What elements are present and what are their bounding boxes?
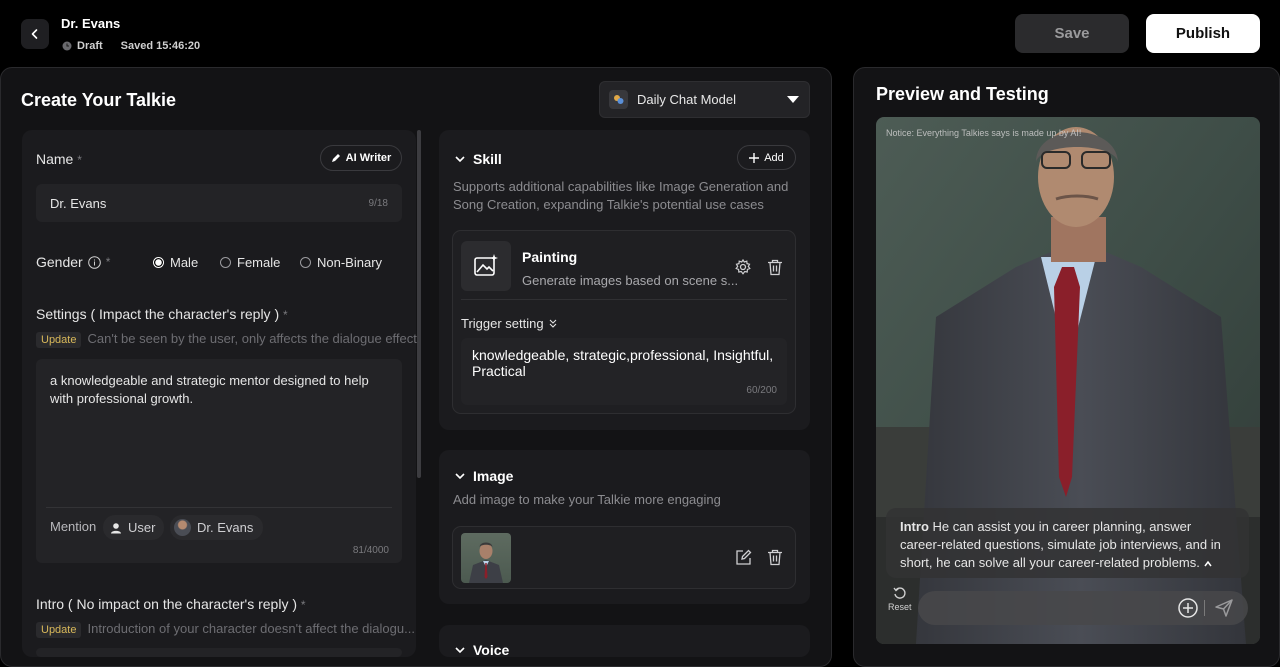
edit-icon[interactable]	[735, 549, 752, 566]
chat-input[interactable]	[918, 591, 1248, 625]
trash-icon[interactable]	[767, 549, 783, 566]
ai-notice: Notice: Everything Talkies says is made …	[886, 128, 1082, 138]
chevron-left-icon	[29, 28, 41, 40]
publish-button[interactable]: Publish	[1146, 14, 1260, 53]
settings-label: Settings ( Impact the character's reply …	[36, 306, 288, 322]
mention-character-chip[interactable]: Dr. Evans	[170, 515, 264, 540]
save-button[interactable]: Save	[1015, 14, 1129, 53]
chevron-down-icon	[455, 155, 465, 163]
name-label: Name *	[36, 151, 82, 167]
settings-textarea[interactable]: a knowledgeable and strategic mentor des…	[36, 359, 402, 563]
create-title: Create Your Talkie	[21, 90, 177, 110]
gender-label: Gender *	[36, 254, 111, 270]
intro-bubble-text: He can assist you in career planning, an…	[900, 519, 1221, 570]
collapse-icon	[549, 319, 557, 328]
skill-description: Supports additional capabilities like Im…	[453, 179, 789, 212]
save-status: Draft Saved 15:46:20	[62, 40, 200, 52]
ai-writer-button[interactable]: AI Writer	[320, 145, 402, 171]
intro-hint: Update Introduction of your character doe…	[36, 621, 415, 638]
draft-label: Draft	[77, 40, 103, 52]
radio-icon	[220, 257, 231, 268]
pen-icon	[331, 153, 341, 163]
trigger-counter: 60/200	[746, 385, 777, 396]
send-icon[interactable]	[1214, 598, 1234, 618]
skill-item-painting: Painting Generate images based on scene …	[452, 230, 796, 414]
gender-option-non-binary[interactable]: Non-Binary	[300, 255, 382, 270]
preview-title: Preview and Testing	[876, 84, 1049, 104]
settings-hint: Update Can't be seen by the user, only af…	[36, 331, 417, 348]
mention-label: Mention	[50, 519, 97, 534]
update-tag: Update	[36, 622, 82, 638]
gear-icon[interactable]	[735, 259, 751, 275]
skill-item-description: Generate images based on scene s...	[522, 273, 739, 288]
add-skill-button[interactable]: Add	[737, 145, 796, 170]
trigger-setting-toggle[interactable]: Trigger setting	[461, 316, 557, 331]
divider	[461, 299, 787, 300]
gender-option-female[interactable]: Female	[220, 255, 280, 270]
settings-value: a knowledgeable and strategic mentor des…	[50, 373, 369, 406]
skill-name: Painting	[522, 249, 578, 265]
reset-button[interactable]: Reset	[888, 586, 912, 612]
radio-selected-icon	[153, 257, 164, 268]
radio-icon	[300, 257, 311, 268]
caret-down-icon	[787, 96, 799, 104]
divider	[46, 507, 392, 508]
skill-title: Skill	[473, 151, 502, 167]
skill-header[interactable]: Skill	[455, 151, 502, 167]
image-title: Image	[473, 468, 514, 484]
intro-label: Intro ( No impact on the character's rep…	[36, 596, 306, 612]
model-label: Daily Chat Model	[637, 92, 736, 107]
voice-title: Voice	[473, 642, 510, 658]
plus-icon	[749, 152, 760, 163]
update-tag: Update	[36, 332, 82, 348]
back-button[interactable]	[21, 19, 49, 49]
painting-icon	[461, 241, 511, 291]
image-header[interactable]: Image	[455, 468, 513, 484]
intro-bubble-label: Intro	[900, 519, 929, 534]
talkie-name-title: Dr. Evans	[61, 16, 121, 31]
trigger-setting-input[interactable]: knowledgeable, strategic,professional, I…	[461, 338, 787, 405]
intro-textarea[interactable]	[36, 648, 402, 657]
ai-writer-label: AI Writer	[345, 152, 392, 164]
name-value: Dr. Evans	[50, 196, 107, 211]
collapse-up-icon	[1203, 560, 1212, 567]
form-scrollbar[interactable]	[417, 130, 421, 478]
model-select[interactable]: Daily Chat Model	[599, 81, 810, 118]
intro-bubble[interactable]: Intro He can assist you in career planni…	[886, 508, 1249, 578]
plus-circle-icon[interactable]	[1178, 598, 1198, 618]
model-icon	[609, 90, 628, 109]
trash-icon[interactable]	[767, 259, 783, 276]
chevron-down-icon	[455, 646, 465, 654]
image-description: Add image to make your Talkie more engag…	[453, 492, 721, 507]
mention-user-chip[interactable]: User	[103, 515, 165, 540]
chevron-down-icon	[455, 472, 465, 480]
clock-icon	[62, 41, 72, 51]
image-item	[452, 526, 796, 589]
user-icon	[110, 522, 122, 534]
character-thumbnail[interactable]	[461, 533, 511, 583]
character-avatar	[174, 519, 191, 536]
trigger-value: knowledgeable, strategic,professional, I…	[472, 347, 774, 379]
settings-counter: 81/4000	[352, 545, 389, 556]
preview-image: Notice: Everything Talkies says is made …	[876, 117, 1260, 644]
reset-icon	[893, 586, 907, 600]
name-input[interactable]: Dr. Evans 9/18	[36, 184, 402, 222]
name-counter: 9/18	[368, 198, 388, 209]
divider	[1204, 600, 1205, 616]
saved-time: Saved 15:46:20	[120, 40, 201, 52]
gender-option-male[interactable]: Male	[153, 255, 198, 270]
voice-header[interactable]: Voice	[455, 642, 509, 658]
info-icon[interactable]	[87, 255, 101, 269]
